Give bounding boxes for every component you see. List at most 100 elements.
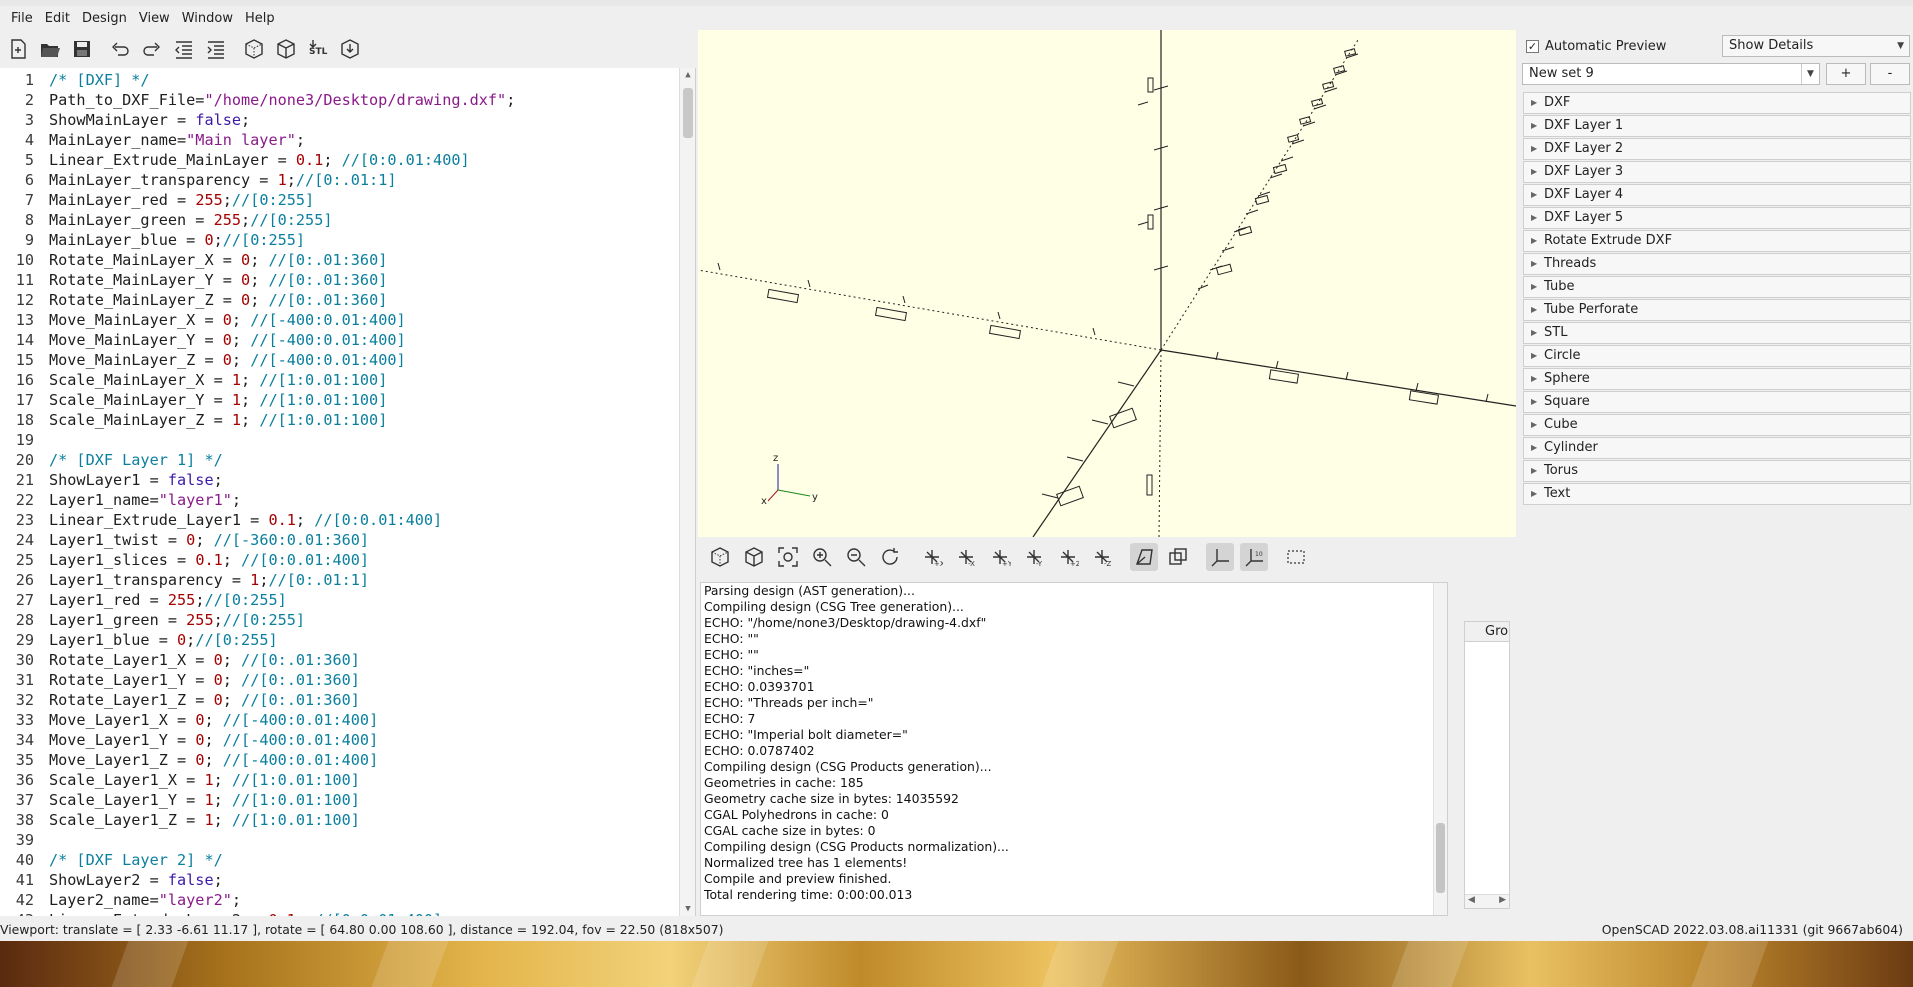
code-line[interactable]: 39: [0, 830, 680, 850]
group-square[interactable]: ▶ Square: [1523, 391, 1911, 413]
group-sphere[interactable]: ▶ Sphere: [1523, 368, 1911, 390]
view-left-button[interactable]: -X: [952, 543, 980, 571]
group-threads[interactable]: ▶ Threads: [1523, 253, 1911, 275]
code-line[interactable]: 43 Linear_Extrude_Layer2 = 0.1; //[0:0.01…: [0, 910, 680, 916]
console-scrollbar[interactable]: [1433, 583, 1447, 915]
scroll-down-icon[interactable]: ▼: [683, 904, 693, 914]
console-panel[interactable]: Parsing design (AST generation)... Compil…: [700, 582, 1448, 916]
code-line[interactable]: 34 Move_Layer1_Y = 0; //[-400:0.01:400]: [0, 730, 680, 750]
orthogonal-button[interactable]: [1164, 543, 1192, 571]
open-file-button[interactable]: [36, 35, 64, 63]
code-line[interactable]: 6 MainLayer_transparency = 1;//[0:.01:1]: [0, 170, 680, 190]
show-edges-button[interactable]: [1282, 543, 1310, 571]
undo-button[interactable]: [106, 35, 134, 63]
code-line[interactable]: 40 /* [DXF Layer 2] */: [0, 850, 680, 870]
redo-button[interactable]: [138, 35, 166, 63]
indent-button[interactable]: [202, 35, 230, 63]
code-line[interactable]: 2 Path_to_DXF_File="/home/none3/Desktop/d…: [0, 90, 680, 110]
view-bottom-button[interactable]: -Z: [1088, 543, 1116, 571]
code-line[interactable]: 23 Linear_Extrude_Layer1 = 0.1; //[0:0.01…: [0, 510, 680, 530]
scroll-left-icon[interactable]: ◀: [1468, 895, 1475, 908]
code-line[interactable]: 27 Layer1_red = 255;//[0:255]: [0, 590, 680, 610]
code-line[interactable]: 20 /* [DXF Layer 1] */: [0, 450, 680, 470]
code-line[interactable]: 25 Layer1_slices = 0.1; //[0:0.01:400]: [0, 550, 680, 570]
view-back-button[interactable]: +Y: [986, 543, 1014, 571]
code-line[interactable]: 10 Rotate_MainLayer_X = 0; //[0:.01:360]: [0, 250, 680, 270]
group-dxf[interactable]: ▶ DXF: [1523, 92, 1911, 114]
show-scale-markers-button[interactable]: 10: [1240, 543, 1268, 571]
group-dxf-layer-3[interactable]: ▶ DXF Layer 3: [1523, 161, 1911, 183]
menu-view[interactable]: View: [134, 9, 175, 28]
group-dxf-layer-2[interactable]: ▶ DXF Layer 2: [1523, 138, 1911, 160]
new-file-button[interactable]: [4, 35, 32, 63]
code-line[interactable]: 12 Rotate_MainLayer_Z = 0; //[0:.01:360]: [0, 290, 680, 310]
error-log-dock[interactable]: Gro ◀ ▶: [1464, 621, 1510, 909]
reset-view-button[interactable]: [876, 543, 904, 571]
render-button[interactable]: [740, 543, 768, 571]
code-line[interactable]: 37 Scale_Layer1_Y = 1; //[1:0.01:100]: [0, 790, 680, 810]
console-scroll-thumb[interactable]: [1436, 823, 1445, 893]
3d-viewport[interactable]: z y x: [698, 30, 1516, 537]
perspective-button[interactable]: [1130, 543, 1158, 571]
group-stl[interactable]: ▶ STL: [1523, 322, 1911, 344]
menu-window[interactable]: Window: [177, 9, 238, 28]
editor-scroll-thumb[interactable]: [683, 88, 693, 138]
editor-scrollbar[interactable]: ▲ ▼: [679, 68, 695, 916]
code-line[interactable]: 21 ShowLayer1 = false;: [0, 470, 680, 490]
code-line[interactable]: 33 Move_Layer1_X = 0; //[-400:0.01:400]: [0, 710, 680, 730]
group-rotate-extrude-dxf[interactable]: ▶ Rotate Extrude DXF: [1523, 230, 1911, 252]
dock-column-header[interactable]: Gro: [1465, 622, 1509, 642]
code-line[interactable]: 24 Layer1_twist = 0; //[-360:0.01:360]: [0, 530, 680, 550]
code-line[interactable]: 35 Move_Layer1_Z = 0; //[-400:0.01:400]: [0, 750, 680, 770]
menu-design[interactable]: Design: [77, 9, 132, 28]
preview-button[interactable]: [706, 543, 734, 571]
show-axes-button[interactable]: [1206, 543, 1234, 571]
view-right-button[interactable]: +X: [918, 543, 946, 571]
menu-help[interactable]: Help: [240, 9, 280, 28]
code-lines[interactable]: 1 /* [DXF] */ 2 Path_to_DXF_File="/home/non…: [0, 70, 680, 916]
export-stl-button[interactable]: STL: [304, 35, 332, 63]
code-line[interactable]: 14 Move_MainLayer_Y = 0; //[-400:0.01:400…: [0, 330, 680, 350]
menu-file[interactable]: File: [6, 9, 38, 28]
preset-select[interactable]: New set 9 ▼: [1522, 63, 1820, 85]
menu-edit[interactable]: Edit: [40, 9, 75, 28]
code-line[interactable]: 18 Scale_MainLayer_Z = 1; //[1:0.01:100]: [0, 410, 680, 430]
group-cylinder[interactable]: ▶ Cylinder: [1523, 437, 1911, 459]
view-top-button[interactable]: +Z: [1054, 543, 1082, 571]
code-line[interactable]: 38 Scale_Layer1_Z = 1; //[1:0.01:100]: [0, 810, 680, 830]
code-line[interactable]: 36 Scale_Layer1_X = 1; //[1:0.01:100]: [0, 770, 680, 790]
code-line[interactable]: 9 MainLayer_blue = 0;//[0:255]: [0, 230, 680, 250]
automatic-preview-checkbox[interactable]: ✓: [1526, 39, 1539, 53]
scroll-up-icon[interactable]: ▲: [683, 70, 693, 80]
code-line[interactable]: 28 Layer1_green = 255;//[0:255]: [0, 610, 680, 630]
code-line[interactable]: 29 Layer1_blue = 0;//[0:255]: [0, 630, 680, 650]
dock-hscrollbar[interactable]: ◀ ▶: [1465, 894, 1509, 908]
code-line[interactable]: 5 Linear_Extrude_MainLayer = 0.1; //[0:0.…: [0, 150, 680, 170]
code-line[interactable]: 1 /* [DXF] */: [0, 70, 680, 90]
code-line[interactable]: 8 MainLayer_green = 255;//[0:255]: [0, 210, 680, 230]
code-line[interactable]: 15 Move_MainLayer_Z = 0; //[-400:0.01:400…: [0, 350, 680, 370]
unindent-button[interactable]: [170, 35, 198, 63]
code-line[interactable]: 42 Layer2_name="layer2";: [0, 890, 680, 910]
group-torus[interactable]: ▶ Torus: [1523, 460, 1911, 482]
scroll-right-icon[interactable]: ▶: [1499, 895, 1506, 908]
group-dxf-layer-4[interactable]: ▶ DXF Layer 4: [1523, 184, 1911, 206]
group-circle[interactable]: ▶ Circle: [1523, 345, 1911, 367]
code-line[interactable]: 22 Layer1_name="layer1";: [0, 490, 680, 510]
view-front-button[interactable]: -Y: [1020, 543, 1048, 571]
group-cube[interactable]: ▶ Cube: [1523, 414, 1911, 436]
code-line[interactable]: 19: [0, 430, 680, 450]
code-editor[interactable]: 1 /* [DXF] */ 2 Path_to_DXF_File="/home/non…: [0, 68, 696, 916]
group-tube[interactable]: ▶ Tube: [1523, 276, 1911, 298]
group-dxf-layer-5[interactable]: ▶ DXF Layer 5: [1523, 207, 1911, 229]
view-all-button[interactable]: [774, 543, 802, 571]
code-line[interactable]: 32 Rotate_Layer1_Z = 0; //[0:.01:360]: [0, 690, 680, 710]
group-tube-perforate[interactable]: ▶ Tube Perforate: [1523, 299, 1911, 321]
code-line[interactable]: 31 Rotate_Layer1_Y = 0; //[0:.01:360]: [0, 670, 680, 690]
zoom-out-button[interactable]: [842, 543, 870, 571]
code-line[interactable]: 13 Move_MainLayer_X = 0; //[-400:0.01:400…: [0, 310, 680, 330]
code-line[interactable]: 30 Rotate_Layer1_X = 0; //[0:.01:360]: [0, 650, 680, 670]
save-file-button[interactable]: [68, 35, 96, 63]
code-line[interactable]: 4 MainLayer_name="Main layer";: [0, 130, 680, 150]
remove-preset-button[interactable]: -: [1870, 63, 1910, 85]
